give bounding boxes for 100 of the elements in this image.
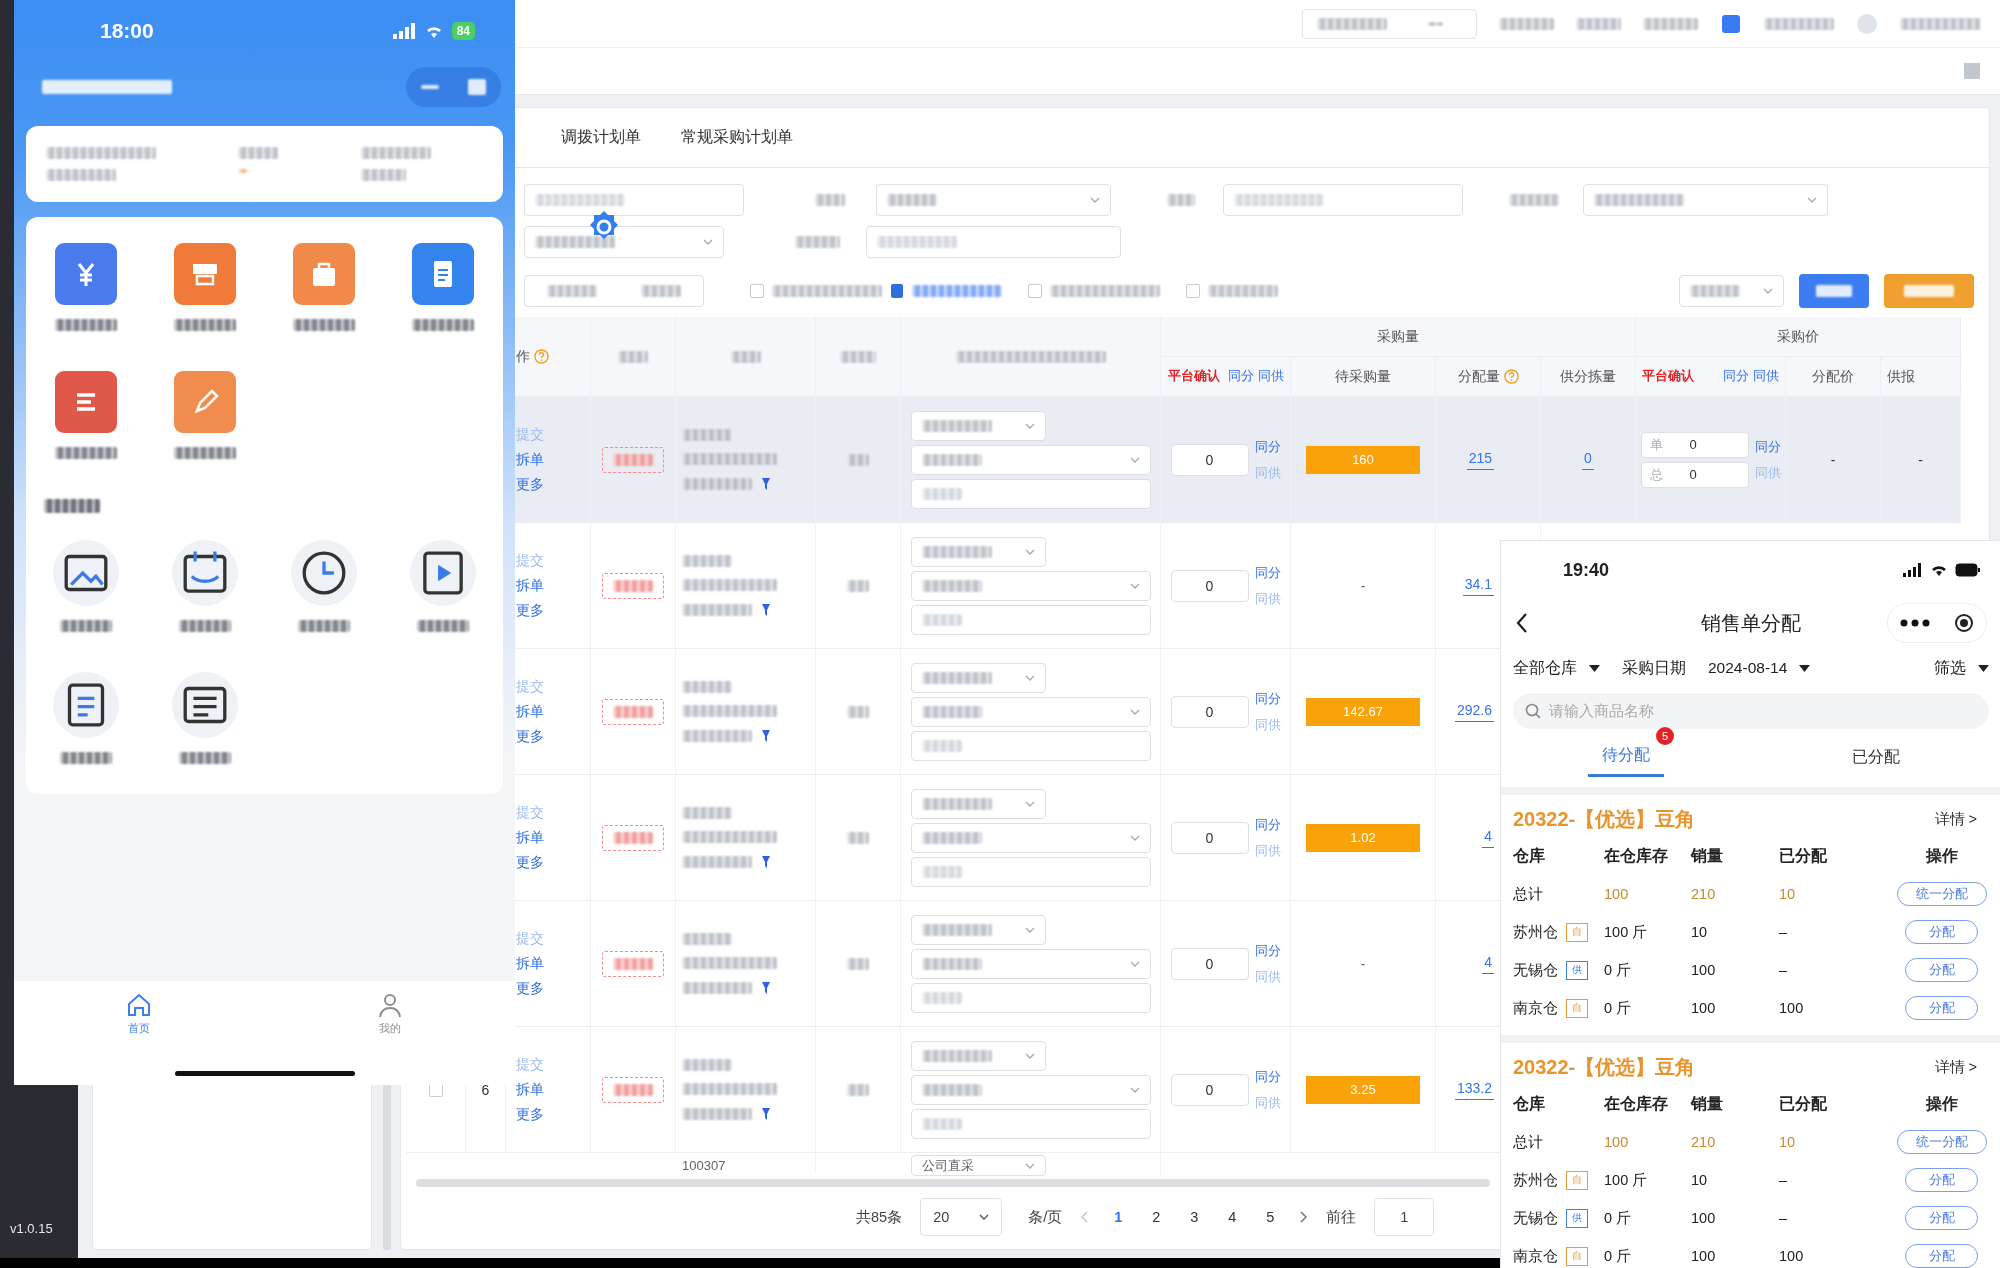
- allocation-link[interactable]: 4: [1482, 827, 1494, 848]
- tab[interactable]: 首页: [125, 991, 154, 1041]
- action-link[interactable]: 更多: [516, 1105, 544, 1124]
- dropdown-field[interactable]: 公司直采: [911, 1155, 1046, 1176]
- stock-value: 0 斤: [1604, 998, 1633, 1018]
- link[interactable]: 同分: [1723, 368, 1749, 385]
- page-number[interactable]: 1: [1108, 1209, 1129, 1225]
- sales-value: 210: [1691, 1134, 1717, 1150]
- link[interactable]: 同供: [1257, 368, 1284, 385]
- quantity-input[interactable]: 0: [1170, 443, 1249, 476]
- link[interactable]: 同分: [1254, 815, 1281, 834]
- action-link[interactable]: 更多: [516, 979, 544, 998]
- pending-quantity-bar: 160: [1306, 445, 1420, 474]
- allocate-button[interactable]: 分配: [1905, 1168, 1978, 1192]
- action-link[interactable]: 拆单: [516, 702, 544, 721]
- warehouse-name: 苏州仓: [1513, 922, 1558, 942]
- column-header: 仓库: [1513, 845, 1546, 866]
- allocated-value: –: [1779, 924, 1789, 940]
- sorting-link[interactable]: 0: [1582, 449, 1594, 470]
- detail-link[interactable]: 详情 >: [1934, 809, 1989, 829]
- page-number[interactable]: 5: [1260, 1209, 1281, 1225]
- pending-quantity-bar: 3.25: [1306, 1075, 1420, 1104]
- sales-value: 100: [1691, 962, 1717, 978]
- action-link[interactable]: 拆单: [516, 828, 544, 847]
- filter-dropdown[interactable]: 2024-08-14: [1708, 659, 1811, 677]
- search-field[interactable]: 请输入商品名称: [1513, 693, 1989, 729]
- price-input[interactable]: 单 0: [1640, 431, 1749, 458]
- warehouse-name: 苏州仓: [1513, 1170, 1558, 1190]
- page-number[interactable]: 4: [1222, 1209, 1243, 1225]
- tab[interactable]: 我的: [375, 991, 404, 1041]
- allocated-value: –: [1779, 1172, 1789, 1188]
- column-header: 供分拣量: [1560, 367, 1616, 386]
- price-input[interactable]: 总 0: [1640, 461, 1749, 488]
- allocate-button[interactable]: 分配: [1905, 1206, 1978, 1230]
- quantity-input[interactable]: 0: [1170, 947, 1249, 980]
- pending-quantity: -: [1360, 955, 1366, 972]
- allocated-value: 10: [1779, 886, 1797, 902]
- filter-dropdown[interactable]: 全部仓库: [1513, 657, 1600, 679]
- pending-quantity-bar: 142.67: [1306, 697, 1420, 726]
- filter-dropdown[interactable]: 采购日期: [1622, 657, 1686, 679]
- column-header: 仓库: [1513, 1093, 1546, 1114]
- version-label: v1.0.15: [10, 1221, 53, 1236]
- allocation-link[interactable]: 133.2: [1454, 1079, 1494, 1100]
- tab[interactable]: 调拨计划单: [561, 127, 641, 148]
- allocation-link[interactable]: 34.1: [1462, 575, 1494, 596]
- tab[interactable]: 已分配: [1838, 738, 1914, 776]
- link[interactable]: 同分: [1254, 689, 1281, 708]
- pending-quantity-bar: 1.02: [1306, 823, 1420, 852]
- link[interactable]: 同供: [1753, 368, 1779, 385]
- quantity-input[interactable]: 0: [1170, 1073, 1249, 1106]
- allocated-value: –: [1779, 962, 1789, 978]
- allocate-button[interactable]: 分配: [1905, 996, 1978, 1020]
- sales-value: 100: [1691, 1210, 1717, 1226]
- stock-value: 100 斤: [1604, 922, 1649, 942]
- action-link[interactable]: 拆单: [516, 576, 544, 595]
- product-code: 100307: [682, 1158, 726, 1173]
- page-number[interactable]: 3: [1184, 1209, 1205, 1225]
- allocate-all-button[interactable]: 统一分配: [1896, 882, 1987, 906]
- quantity-input[interactable]: 0: [1170, 821, 1249, 854]
- column-header: 操作: [1925, 845, 1958, 866]
- link[interactable]: 同分: [1254, 563, 1281, 582]
- battery-level: 84: [451, 22, 475, 40]
- column-header: 在仓库存: [1604, 1093, 1669, 1114]
- action-link[interactable]: 更多: [516, 475, 544, 494]
- allocation-link[interactable]: 292.6: [1454, 701, 1494, 722]
- warehouse-name: 南京仓: [1513, 998, 1558, 1018]
- allocate-button[interactable]: 分配: [1905, 1244, 1978, 1268]
- allocation-link[interactable]: 215: [1466, 449, 1494, 470]
- page-input[interactable]: 1: [1374, 1198, 1435, 1236]
- action-link[interactable]: 更多: [516, 853, 544, 872]
- detail-link[interactable]: 详情 >: [1934, 1057, 1989, 1077]
- link[interactable]: 同分: [1227, 368, 1254, 385]
- column-group-header: 采购价: [1777, 327, 1819, 346]
- quantity-input[interactable]: 0: [1170, 569, 1249, 602]
- filter-dropdown[interactable]: 筛选: [1934, 657, 1989, 679]
- sales-value: 10: [1691, 924, 1709, 940]
- count-badge: 5: [1656, 727, 1674, 745]
- page-size-select[interactable]: 20: [920, 1198, 1003, 1236]
- action-link[interactable]: 拆单: [516, 954, 544, 973]
- link[interactable]: 同分: [1254, 437, 1281, 456]
- link[interactable]: 同分: [1754, 437, 1781, 456]
- warehouse-name: 无锡仓: [1513, 960, 1558, 980]
- column-header: 供报: [1887, 367, 1915, 386]
- allocation-link[interactable]: 4: [1482, 953, 1494, 974]
- warehouse-name: 无锡仓: [1513, 1208, 1558, 1228]
- tab[interactable]: 常规采购计划单: [681, 127, 793, 148]
- link[interactable]: 同分: [1254, 1067, 1281, 1086]
- allocate-all-button[interactable]: 统一分配: [1896, 1130, 1987, 1154]
- allocate-button[interactable]: 分配: [1905, 920, 1978, 944]
- action-link[interactable]: 更多: [516, 727, 544, 746]
- link[interactable]: 同分: [1254, 941, 1281, 960]
- warehouse-name: 南京仓: [1513, 1246, 1558, 1266]
- quantity-input[interactable]: 0: [1170, 695, 1249, 728]
- action-link[interactable]: 更多: [516, 601, 544, 620]
- page-number[interactable]: 2: [1146, 1209, 1167, 1225]
- allocate-button[interactable]: 分配: [1905, 958, 1978, 982]
- action-link[interactable]: 拆单: [516, 450, 544, 469]
- action-link[interactable]: 拆单: [516, 1080, 544, 1099]
- column-header: 分配量: [1457, 367, 1500, 386]
- total-label: 总计: [1513, 1132, 1544, 1152]
